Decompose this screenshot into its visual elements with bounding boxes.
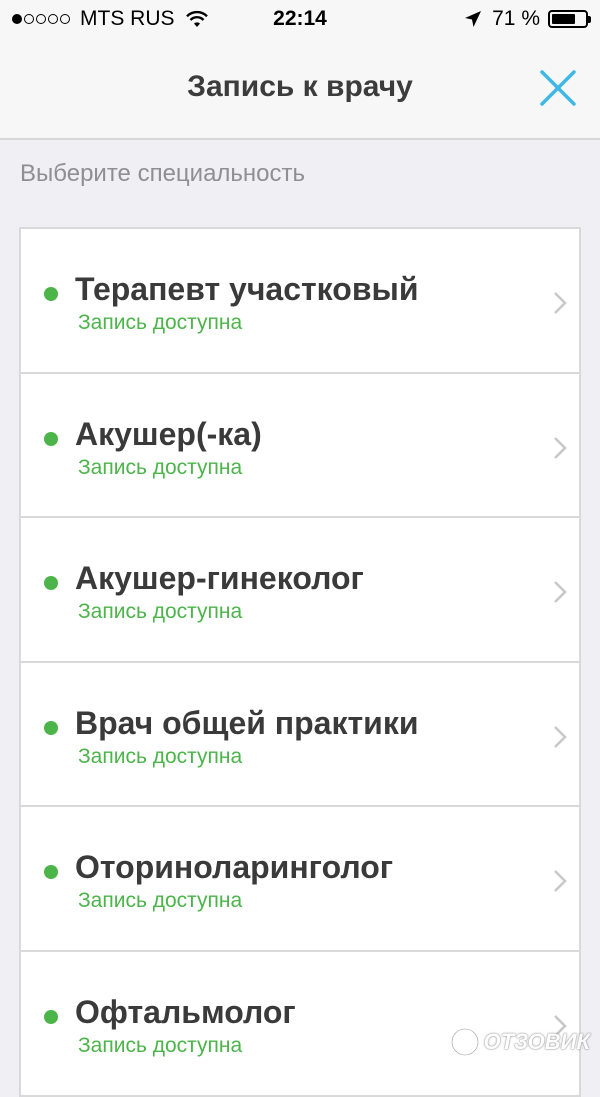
specialty-name: Акушер-гинеколог (75, 560, 364, 597)
status-bar: MTS RUS 22:14 71 % (0, 0, 600, 40)
navigation-bar: Запись к врачу (0, 40, 600, 140)
watermark-logo-icon (450, 1027, 479, 1057)
battery-icon (548, 10, 591, 28)
battery-percent: 71 % (492, 7, 540, 30)
watermark: ОТЗОВИК (450, 1027, 591, 1057)
chevron-right-icon (554, 870, 567, 893)
watermark-text: ОТЗОВИК (483, 1029, 591, 1054)
specialty-item[interactable]: Офтальмолог Запись доступна (21, 952, 579, 1097)
available-status-dot (44, 576, 58, 591)
available-status-dot (44, 865, 58, 880)
specialty-item[interactable]: Акушер-гинеколог Запись доступна (21, 518, 579, 663)
close-icon[interactable] (538, 68, 578, 108)
available-status-dot (44, 720, 58, 735)
battery-level (552, 14, 575, 24)
page-title: Запись к врачу (187, 70, 413, 103)
specialty-name: Оториноларинголог (75, 849, 394, 886)
specialty-name: Терапевт участковый (75, 271, 419, 307)
status-right: 71 % (464, 7, 591, 31)
specialty-name: Офтальмолог (75, 993, 296, 1030)
chevron-right-icon (554, 436, 567, 459)
specialty-status: Запись доступна (78, 311, 243, 334)
available-status-dot (44, 287, 58, 301)
chevron-right-icon (554, 725, 567, 748)
specialty-item[interactable]: Акушер(-ка) Запись доступна (21, 374, 579, 519)
specialty-status: Запись доступна (78, 1033, 243, 1057)
available-status-dot (44, 1009, 58, 1024)
specialty-name: Врач общей практики (75, 704, 419, 741)
specialty-status: Запись доступна (78, 889, 243, 913)
specialty-item[interactable]: Врач общей практики Запись доступна (21, 663, 579, 808)
available-status-dot (44, 431, 58, 446)
specialty-status: Запись доступна (78, 744, 243, 768)
specialty-item[interactable]: Оториноларинголог Запись доступна (21, 807, 579, 952)
section-label: Выберите специальность (20, 160, 306, 187)
specialty-status: Запись доступна (78, 600, 243, 624)
specialty-name: Акушер(-ка) (75, 415, 262, 452)
chevron-right-icon (554, 581, 567, 604)
specialty-item[interactable]: Терапевт участковый Запись доступна (21, 229, 579, 374)
specialty-status: Запись доступна (78, 455, 243, 479)
location-arrow-icon (465, 11, 482, 27)
specialty-list: Терапевт участковый Запись доступна Акуш… (19, 227, 581, 1097)
chevron-right-icon (554, 292, 567, 314)
